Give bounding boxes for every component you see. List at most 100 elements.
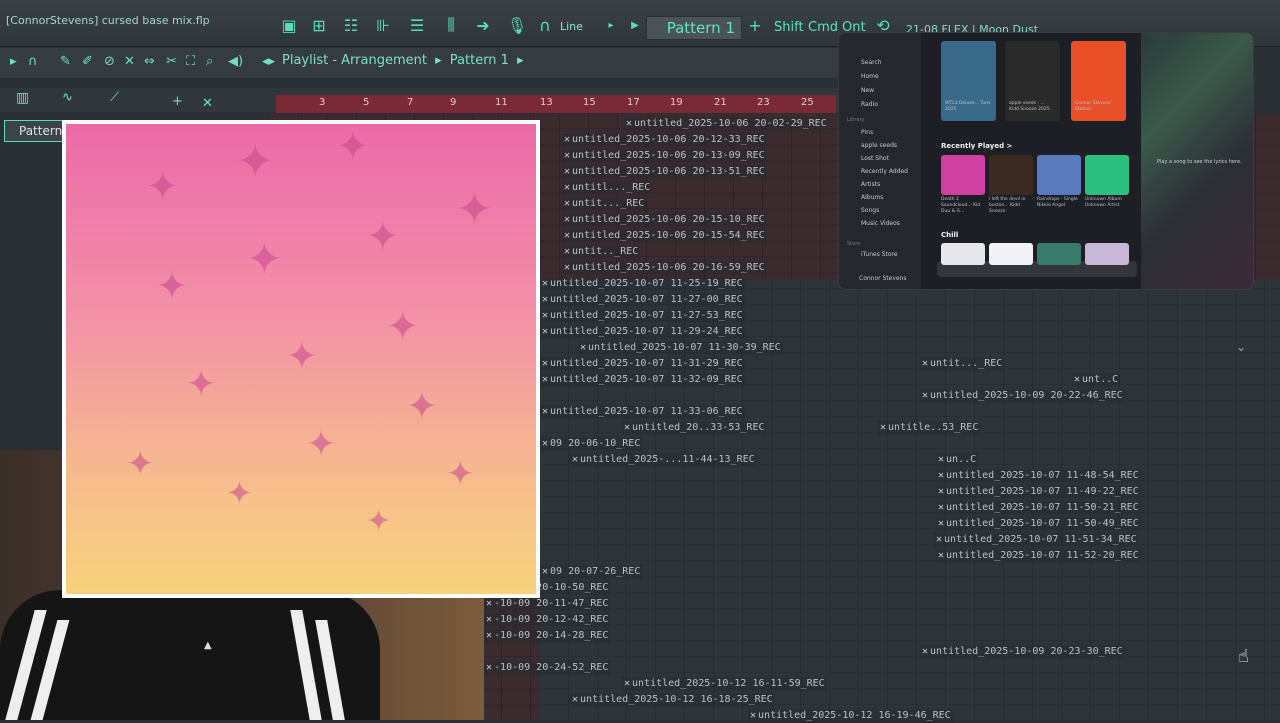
clip-close-icon[interactable]: ✕	[564, 262, 570, 273]
audio-clip[interactable]: ✕ untitled_2025-10-06 20-15-54_REC	[562, 229, 767, 243]
audio-clip[interactable]: ✕ untitled_2025-10-09 20-23-30_REC	[920, 645, 1125, 659]
audio-clip[interactable]: ✕ untitled_2025-10-06 20-13-51_REC	[562, 165, 767, 179]
audio-clip[interactable]: ✕ untitled_2025-10-07 11-27-53_REC	[540, 309, 745, 323]
audio-clip[interactable]: ✕ untitled_2025-10-06 20-13-09_REC	[562, 149, 767, 163]
audio-clip[interactable]: ✕ -10-09 20-11-47_REC	[484, 597, 611, 611]
library-item[interactable]: Songs	[861, 207, 879, 214]
audio-clip[interactable]: ✕ untitled_2025-...11-44-13_REC	[570, 453, 757, 467]
audio-clip[interactable]: ✕ -10-09 20-24-52_REC	[484, 661, 611, 675]
sidebar-item-home[interactable]: Home	[861, 73, 879, 80]
audio-clip[interactable]: ✕ untitled_2025-10-07 11-50-21_REC	[936, 501, 1141, 515]
recent-tile[interactable]	[989, 155, 1033, 195]
audio-clip[interactable]: ✕ untitled_2025-10-06 20-02-29_REC	[624, 117, 829, 131]
library-item[interactable]: Pins	[861, 129, 873, 136]
clip-close-icon[interactable]: ✕	[922, 646, 928, 657]
chill-tile[interactable]	[1085, 243, 1129, 265]
audio-clip[interactable]: ✕ untit..._REC	[562, 197, 647, 211]
clip-close-icon[interactable]: ✕	[542, 406, 548, 417]
clip-close-icon[interactable]: ✕	[572, 454, 578, 465]
audio-clip[interactable]: ✕ untit.._REC	[562, 245, 641, 259]
clip-close-icon[interactable]: ✕	[572, 694, 578, 705]
clip-close-icon[interactable]: ✕	[486, 598, 492, 609]
library-item[interactable]: Music Videos	[861, 220, 900, 227]
clip-close-icon[interactable]: ✕	[564, 198, 570, 209]
audio-clip[interactable]: ✕ untitled_2025-10-07 11-25-19_REC	[540, 277, 745, 291]
recent-tile[interactable]	[1085, 155, 1129, 195]
audio-clip[interactable]: ✕ untitled_2025-10-06 20-12-33_REC	[562, 133, 767, 147]
clip-close-icon[interactable]: ✕	[938, 454, 944, 465]
clip-close-icon[interactable]: ✕	[1074, 374, 1080, 385]
library-item[interactable]: Lost Shot	[861, 155, 889, 162]
audio-clip[interactable]: ✕ -10-09 20-12-42_REC	[484, 613, 611, 627]
clip-close-icon[interactable]: ✕	[542, 438, 548, 449]
audio-clip[interactable]: ✕ untitled_2025-10-09 20-22-46_REC	[920, 389, 1125, 403]
audio-clip[interactable]: ✕ untitled_2025-10-07 11-33-06_REC	[540, 405, 745, 419]
library-item[interactable]: apple seeds	[861, 142, 897, 149]
library-item[interactable]: Artists	[861, 181, 880, 188]
audio-clip[interactable]: ✕ untitled_2025-10-07 11-51-34_REC	[934, 533, 1139, 547]
audio-clip[interactable]: ✕ untit..._REC	[920, 357, 1005, 371]
sidebar-item-search[interactable]: Search	[861, 59, 882, 66]
audio-clip[interactable]: ✕ 09 20-06-10_REC	[540, 437, 643, 451]
clip-close-icon[interactable]: ✕	[564, 214, 570, 225]
audio-clip[interactable]: ✕ untitled_2025-10-12 16-19-46_REC	[748, 709, 953, 723]
clip-close-icon[interactable]: ✕	[938, 470, 944, 481]
clip-close-icon[interactable]: ✕	[750, 710, 756, 721]
audio-clip[interactable]: ✕ untitled_2025-10-12 16-18-25_REC	[570, 693, 775, 707]
clip-close-icon[interactable]: ✕	[486, 662, 492, 673]
audio-clip[interactable]: ✕ untitle..53_REC	[878, 421, 981, 435]
clip-close-icon[interactable]: ✕	[580, 342, 586, 353]
audio-clip[interactable]: ✕ untitled_2025-10-07 11-27-00_REC	[540, 293, 745, 307]
user-name[interactable]: Connor Stevens	[859, 275, 907, 282]
audio-clip[interactable]: ✕ -10-09 20-14-28_REC	[484, 629, 611, 643]
clip-close-icon[interactable]: ✕	[564, 150, 570, 161]
clip-close-icon[interactable]: ✕	[938, 486, 944, 497]
audio-clip[interactable]: ✕ 09 20-07-26_REC	[540, 565, 643, 579]
audio-clip[interactable]: ✕ untitled_2025-10-07 11-32-09_REC	[540, 373, 745, 387]
store-item[interactable]: iTunes Store	[861, 251, 898, 258]
clip-close-icon[interactable]: ✕	[542, 374, 548, 385]
audio-clip[interactable]: ✕ untitled_2025-10-07 11-52-20_REC	[936, 549, 1141, 563]
audio-clip[interactable]: ✕ untitled_2025-10-07 11-48-54_REC	[936, 469, 1141, 483]
clip-close-icon[interactable]: ✕	[938, 502, 944, 513]
audio-clip[interactable]: ✕ untitled_2025-10-12 16-11-59_REC	[622, 677, 827, 691]
clip-close-icon[interactable]: ✕	[938, 518, 944, 529]
clip-close-icon[interactable]: ✕	[922, 358, 928, 369]
clip-close-icon[interactable]: ✕	[542, 326, 548, 337]
sidebar-item-radio[interactable]: Radio	[861, 101, 878, 108]
audio-clip[interactable]: ✕ untitl..._REC	[562, 181, 653, 195]
clip-close-icon[interactable]: ✕	[626, 118, 632, 129]
chevron-down-icon[interactable]: ⌄	[1236, 340, 1246, 354]
audio-clip[interactable]: ✕ untitled_2025-10-07 11-29-24_REC	[540, 325, 745, 339]
clip-close-icon[interactable]: ✕	[542, 294, 548, 305]
recently-played-header[interactable]: Recently Played >	[941, 142, 1012, 150]
clip-close-icon[interactable]: ✕	[542, 566, 548, 577]
recent-tile[interactable]	[1037, 155, 1081, 195]
audio-clip[interactable]: ✕ untitled_2025-10-07 11-50-49_REC	[936, 517, 1141, 531]
clip-close-icon[interactable]: ✕	[542, 278, 548, 289]
chill-tile[interactable]	[989, 243, 1033, 265]
clip-close-icon[interactable]: ✕	[938, 550, 944, 561]
audio-clip[interactable]: ✕ un..C	[936, 453, 979, 467]
audio-clip[interactable]: ✕ untitled_2025-10-07 11-31-29_REC	[540, 357, 745, 371]
recent-tile[interactable]	[941, 155, 985, 195]
clip-close-icon[interactable]: ✕	[880, 422, 886, 433]
audio-clip[interactable]: ✕ untitled_20..33-53_REC	[622, 421, 767, 435]
clip-close-icon[interactable]: ✕	[486, 630, 492, 641]
audio-clip[interactable]: ✕ untitled_2025-10-07 11-30-39_REC	[578, 341, 783, 355]
clip-close-icon[interactable]: ✕	[624, 678, 630, 689]
clip-close-icon[interactable]: ✕	[542, 310, 548, 321]
audio-clip[interactable]: ✕ untitled_2025-10-06 20-15-10_REC	[562, 213, 767, 227]
clip-close-icon[interactable]: ✕	[564, 230, 570, 241]
clip-close-icon[interactable]: ✕	[564, 182, 570, 193]
audio-clip[interactable]: ✕ untitled_2025-10-07 11-49-22_REC	[936, 485, 1141, 499]
chill-tile[interactable]	[941, 243, 985, 265]
clip-close-icon[interactable]: ✕	[564, 166, 570, 177]
library-item[interactable]: Recently Added	[861, 168, 908, 175]
sidebar-item-new[interactable]: New	[861, 87, 874, 94]
clip-close-icon[interactable]: ✕	[624, 422, 630, 433]
clip-close-icon[interactable]: ✕	[564, 246, 570, 257]
clip-close-icon[interactable]: ✕	[936, 534, 942, 545]
clip-close-icon[interactable]: ✕	[542, 358, 548, 369]
library-item[interactable]: Albums	[861, 194, 883, 201]
